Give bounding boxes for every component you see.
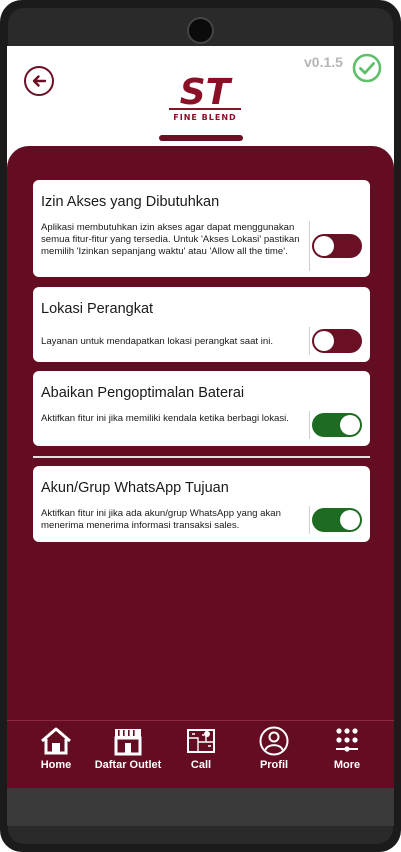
app-screen: ST FINE BLEND v0.1.5 Izin Akses yang Dib… — [7, 46, 394, 788]
permission-title: Lokasi Perangkat — [41, 301, 154, 317]
nav-label: Profil — [259, 759, 289, 771]
permission-card: Abaikan Pengoptimalan Baterai Aktifkan f… — [33, 371, 370, 446]
card-divider — [309, 327, 310, 355]
permission-toggle[interactable] — [312, 329, 362, 353]
permission-title: Abaikan Pengoptimalan Baterai — [41, 385, 245, 401]
permission-description: Layanan untuk mendapatkan lokasi perangk… — [41, 336, 274, 347]
section-divider — [33, 456, 370, 458]
permission-description: Aktifkan fitur ini jika ada akun/grup Wh… — [41, 508, 281, 531]
permission-title: Izin Akses yang Dibutuhkan — [41, 194, 220, 210]
nav-label: More — [333, 759, 361, 771]
check-circle-icon — [352, 53, 382, 83]
nav-profil[interactable]: Profil — [249, 721, 299, 788]
card-divider — [309, 506, 310, 534]
permissions-panel: Izin Akses yang Dibutuhkan Aplikasi memb… — [7, 146, 394, 721]
permission-title: Akun/Grup WhatsApp Tujuan — [41, 480, 229, 496]
store-icon — [114, 729, 142, 756]
nav-label: Daftar Outlet — [94, 759, 162, 771]
home-icon — [41, 727, 71, 755]
arrow-left-circle-icon — [32, 75, 47, 87]
toggle-knob — [314, 331, 334, 351]
permission-toggle[interactable] — [312, 413, 362, 437]
card-divider — [309, 411, 310, 439]
permission-card: Lokasi Perangkat Layanan untuk mendapatk… — [33, 287, 370, 362]
map-icon — [187, 729, 215, 753]
toggle-knob — [340, 415, 360, 435]
permission-card: Izin Akses yang Dibutuhkan Aplikasi memb… — [33, 180, 370, 277]
permission-toggle[interactable] — [312, 508, 362, 532]
logo-text: ST — [180, 72, 233, 113]
nav-home[interactable]: Home — [32, 721, 80, 788]
permission-toggle[interactable] — [312, 234, 362, 258]
profile-icon — [259, 726, 289, 756]
nav-label: Home — [40, 759, 72, 771]
card-divider — [309, 221, 310, 271]
brand-logo: ST FINE BLEND — [155, 70, 255, 126]
permission-description: Aktifkan fitur ini jika memiliki kendala… — [41, 413, 289, 424]
panel-handle — [159, 135, 243, 141]
nav-label: Call — [190, 759, 212, 771]
app-version: v0.1.5 — [304, 54, 343, 70]
logo-subtext: FINE BLEND — [173, 113, 236, 122]
back-button[interactable] — [24, 66, 54, 96]
phone-frame: ST FINE BLEND v0.1.5 Izin Akses yang Dib… — [0, 0, 401, 852]
grid-more-icon — [336, 728, 358, 752]
nav-call[interactable]: Call — [177, 721, 225, 788]
phone-bottom-bar — [7, 788, 394, 826]
nav-daftar-outlet[interactable]: Daftar Outlet — [93, 721, 163, 788]
bottom-navigation: Home Daftar Outlet Call Profil More — [7, 720, 394, 788]
toggle-knob — [340, 510, 360, 530]
nav-more[interactable]: More — [323, 721, 371, 788]
permission-description: Aplikasi membutuhkan izin akses agar dap… — [41, 222, 300, 257]
permission-card: Akun/Grup WhatsApp Tujuan Aktifkan fitur… — [33, 466, 370, 542]
toggle-knob — [314, 236, 334, 256]
front-camera — [187, 17, 214, 44]
